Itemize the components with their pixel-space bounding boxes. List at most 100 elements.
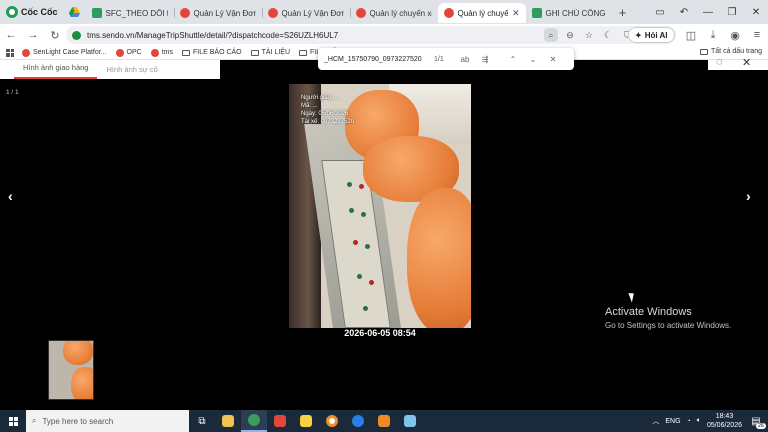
apps-grid-icon[interactable]	[6, 48, 14, 57]
match-case-button[interactable]: ab	[458, 55, 472, 64]
chevron-up-icon[interactable]: ︿	[652, 416, 659, 426]
tab-search-icon[interactable]: ▭	[648, 0, 672, 24]
browser-brand[interactable]: Cốc Cốc	[0, 0, 64, 24]
start-button[interactable]	[0, 410, 26, 432]
zoom-icon[interactable]: ◌	[716, 56, 723, 68]
wps-office-icon[interactable]	[267, 410, 293, 432]
clock[interactable]: 18:43 05/06/2026	[707, 412, 742, 430]
browser-tab[interactable]: SFC_THEO DÕI ĐỔI	[86, 3, 174, 23]
url-text: tms.sendo.vn/ManageTripShuttle/detail/?d…	[87, 30, 339, 40]
image-viewer: Hình ảnh giao hàng Hình ảnh sự cố ◌ ✕ 1 …	[0, 56, 768, 410]
app-icon[interactable]	[371, 410, 397, 432]
google-drive-icon	[69, 7, 81, 17]
all-bookmarks[interactable]: Tất cả dấu trang	[700, 48, 762, 55]
reload-button[interactable]: ↻	[44, 24, 66, 46]
sendo-icon	[22, 48, 30, 57]
file-explorer-icon[interactable]	[215, 410, 241, 432]
app-icon[interactable]	[397, 410, 423, 432]
back-history-icon[interactable]: ↶	[672, 0, 696, 24]
browser-tab[interactable]: Quản lý chuyến xe	[349, 3, 438, 23]
zoom-icon[interactable]: ⊖	[563, 28, 577, 42]
browser-tab[interactable]: GHI CHÚ CÔNG VI	[526, 3, 614, 23]
menu-icon[interactable]: ≡	[746, 24, 768, 46]
bookmark-item[interactable]: OPC	[115, 48, 142, 57]
find-options-icon[interactable]: ⇶	[478, 55, 492, 64]
minimize-button[interactable]: —	[696, 0, 720, 24]
bookmark-label: FILE BÁO CÁO	[193, 49, 242, 56]
tab-label: Quản Lý Vận Đơn C	[281, 8, 344, 18]
tab-label: GHI CHÚ CÔNG VI	[545, 8, 608, 18]
bookmark-label: TÀI LIỆU	[261, 49, 291, 56]
close-window-button[interactable]: ✕	[744, 0, 768, 24]
tab-incident-images[interactable]: Hình ảnh sự cố	[97, 60, 166, 79]
download-icon[interactable]: ⤓	[702, 24, 724, 46]
wifi-icon[interactable]: ◔	[687, 418, 691, 425]
task-view-icon[interactable]: ⧉	[189, 410, 215, 432]
notification-icon[interactable]: ▤ 26	[748, 414, 766, 429]
browser-tab[interactable]: Quản Lý Vận Đơn C	[261, 3, 350, 23]
photo-thumbnail[interactable]	[48, 340, 94, 400]
watermark-subtitle: Go to Settings to activate Windows.	[605, 321, 732, 330]
browser-tab-active[interactable]: Quản lý chuyế ✕	[437, 3, 526, 23]
bookmark-item[interactable]: tms	[150, 48, 173, 57]
drive-tab[interactable]	[64, 0, 86, 24]
sendo-icon	[115, 48, 124, 57]
find-next-icon[interactable]: ⌄	[526, 55, 540, 64]
bookmark-label: tms	[161, 49, 173, 56]
address-bar[interactable]: tms.sendo.vn/ManageTripShuttle/detail/?d…	[66, 26, 676, 44]
restore-button[interactable]: ❐	[720, 0, 744, 24]
close-viewer-icon[interactable]: ✕	[742, 56, 751, 69]
profile-icon[interactable]: ◉	[724, 24, 746, 46]
bookmark-item[interactable]: SenLight Case Platfor...	[22, 48, 107, 57]
find-bar: _HCM_15750790_0973227520 1/1 ab ⇶ ⌃ ⌄ ✕	[318, 48, 574, 70]
bookmark-folder[interactable]: FILE BÁO CÁO	[182, 49, 242, 56]
overlay-line: Tài xế: 0973227520	[301, 119, 355, 125]
find-previous-icon[interactable]: ⌃	[506, 55, 520, 64]
tab-label: Quản lý chuyến xe	[369, 8, 432, 18]
folder-icon	[250, 49, 259, 56]
image-counter: 1 / 1	[6, 89, 19, 96]
browser-toolbar: ← → ↻ tms.sendo.vn/ManageTripShuttle/det…	[0, 24, 768, 46]
watermark-title: Activate Windows	[605, 306, 692, 318]
tab-delivery-images[interactable]: Hình ảnh giao hàng	[14, 60, 98, 79]
viewer-controls: ◌ ✕	[708, 56, 768, 70]
coccoc-browser-icon[interactable]	[241, 410, 267, 432]
overlay-line: Ngày: 05/06/2026	[301, 111, 349, 117]
clock-date: 05/06/2026	[706, 422, 742, 429]
sendo-icon	[150, 48, 159, 57]
ask-ai-button[interactable]: ✦ Hỏi AI	[628, 27, 675, 43]
browser-tab[interactable]: Quản Lý Vận Đơn C	[173, 3, 262, 23]
find-in-page-icon[interactable]: ⌕	[544, 28, 558, 42]
image-tabs: Hình ảnh giao hàng Hình ảnh sự cố	[0, 60, 220, 79]
search-placeholder: Type here to search	[42, 416, 114, 426]
bookmark-folder[interactable]: TÀI LIỆU	[250, 49, 291, 56]
prev-image-button[interactable]: ‹	[8, 188, 13, 204]
zalo-icon[interactable]	[345, 410, 371, 432]
site-info-icon[interactable]	[72, 30, 81, 40]
ask-ai-label: Hỏi AI	[644, 30, 668, 40]
bookmark-label: OPC	[126, 49, 142, 56]
folder-icon	[299, 49, 308, 56]
sendo-icon	[267, 8, 278, 18]
system-tray: ︿ ENG ◔ 🔈︎ 18:43 05/06/2026 ▤ 26	[652, 412, 768, 430]
sheets-icon	[91, 8, 102, 18]
sendo-icon	[443, 8, 454, 18]
back-button[interactable]: ←	[0, 24, 22, 46]
taskbar-search[interactable]: ⌕ Type here to search	[26, 410, 189, 432]
dark-mode-icon[interactable]: ☾	[601, 28, 615, 42]
photo-timestamp: 2026-06-05 08:54	[344, 328, 416, 338]
find-input[interactable]: _HCM_15750790_0973227520	[324, 56, 428, 63]
bookmark-star-icon[interactable]: ☆	[582, 28, 596, 42]
next-image-button[interactable]: ›	[746, 188, 751, 204]
app-icon[interactable]	[319, 410, 345, 432]
delivery-photo[interactable]: Người giao: ... Mã: ... Ngày: 05/06/2026…	[289, 84, 471, 328]
close-tab-icon[interactable]: ✕	[512, 8, 520, 19]
keyboard-lang[interactable]: ENG	[665, 418, 680, 425]
forward-button[interactable]: →	[22, 24, 44, 46]
brand-label: Cốc Cốc	[21, 7, 58, 17]
close-find-icon[interactable]: ✕	[546, 55, 560, 64]
new-tab-button[interactable]: +	[614, 5, 632, 20]
volume-icon[interactable]: 🔈︎	[697, 417, 701, 425]
sticky-notes-icon[interactable]	[293, 410, 319, 432]
sidebar-icon[interactable]: ◫	[680, 24, 702, 46]
